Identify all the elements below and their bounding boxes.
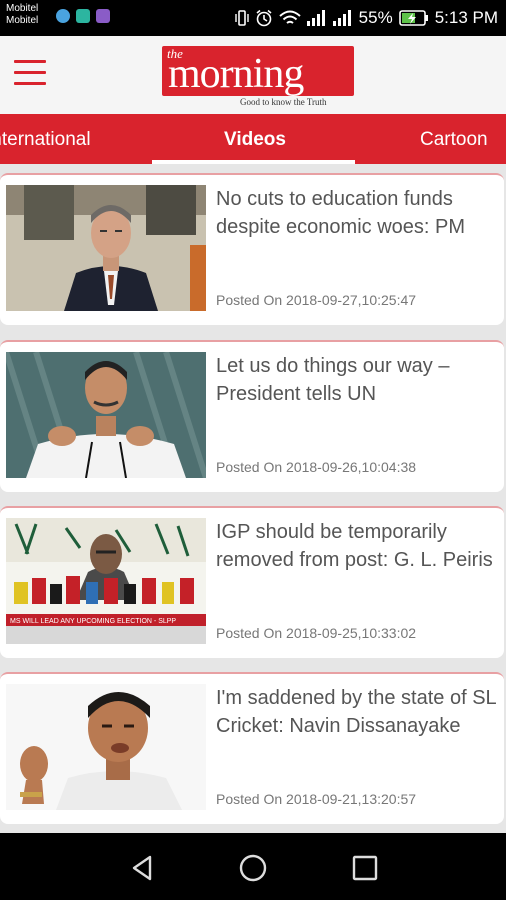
category-tab-bar: International Videos Cartoon (0, 114, 506, 164)
article-thumbnail (6, 352, 206, 478)
recents-icon[interactable] (348, 851, 382, 885)
article-date: Posted On 2018-09-26,10:04:38 (216, 459, 417, 475)
app-notification-icon (56, 9, 70, 23)
article-card[interactable]: MS WILL LEAD ANY UPCOMING ELECTION - SLP… (0, 506, 504, 658)
article-card[interactable]: Let us do things our way – President tel… (0, 340, 504, 492)
signal-icon-2 (332, 10, 351, 26)
logo-tagline: Good to know the Truth (240, 97, 327, 107)
notification-icons (56, 9, 110, 23)
gallery-notification-icon (76, 9, 90, 23)
article-thumbnail (6, 684, 206, 810)
article-thumbnail: MS WILL LEAD ANY UPCOMING ELECTION - SLP… (6, 518, 206, 644)
carrier-label: Mobitel Mobitel (6, 3, 38, 27)
alarm-icon (256, 9, 272, 27)
article-thumbnail (6, 185, 206, 311)
signal-icon (306, 10, 325, 26)
status-bar: Mobitel Mobitel 55% 5:13 PM (0, 0, 506, 36)
article-title: Let us do things our way – President tel… (216, 355, 450, 405)
wifi-icon (278, 10, 301, 24)
battery-percent: 55% (358, 8, 393, 27)
tab-videos[interactable]: Videos (224, 114, 286, 164)
home-icon[interactable] (236, 851, 270, 885)
battery-charging-icon (398, 10, 428, 26)
back-icon[interactable] (126, 851, 160, 885)
app-notification-icon-2 (96, 9, 110, 23)
hamburger-menu-icon[interactable] (14, 60, 46, 88)
article-date: Posted On 2018-09-21,13:20:57 (216, 791, 417, 807)
app-logo: the morning (162, 46, 354, 96)
article-card[interactable]: No cuts to education funds despite econo… (0, 173, 504, 325)
tab-international[interactable]: International (0, 114, 91, 164)
banner-text: MS WILL LEAD ANY UPCOMING ELECTION - SLP… (10, 618, 176, 625)
article-title: IGP should be temporarily removed from p… (216, 521, 493, 571)
article-title: No cuts to education funds despite econo… (216, 188, 466, 238)
app-header: the morning Good to know the Truth (0, 36, 506, 115)
logo-main-text: morning (168, 51, 304, 96)
clock: 5:13 PM (434, 8, 498, 27)
system-nav-bar (0, 833, 506, 900)
article-date: Posted On 2018-09-27,10:25:47 (216, 292, 417, 308)
active-tab-indicator (152, 160, 355, 164)
vibrate-icon (234, 10, 249, 26)
carrier-bottom: Mobitel (6, 15, 39, 26)
article-date: Posted On 2018-09-25,10:33:02 (216, 625, 417, 641)
tab-cartoon[interactable]: Cartoon (420, 114, 488, 164)
article-title: I'm saddened by the state of SL Cricket:… (216, 687, 496, 737)
carrier-top: Mobitel (6, 3, 39, 14)
system-status: 55% 5:13 PM (234, 0, 498, 36)
article-card[interactable]: I'm saddened by the state of SL Cricket:… (0, 672, 504, 824)
